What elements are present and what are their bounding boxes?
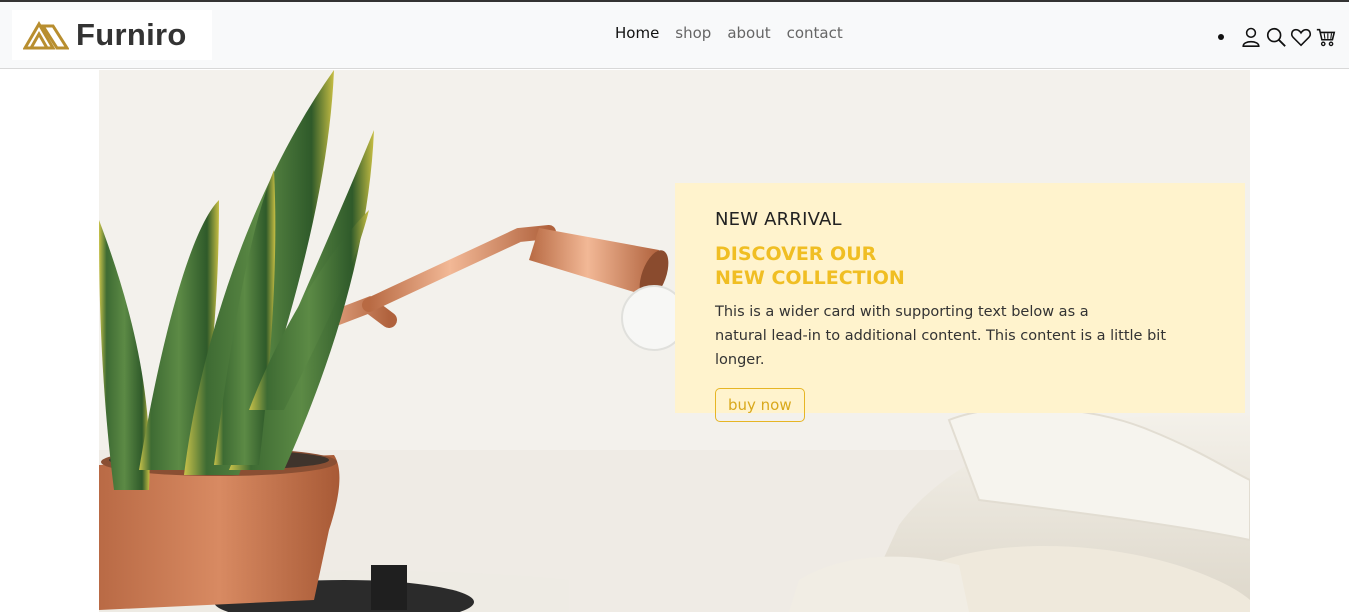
search-icon[interactable] xyxy=(1265,26,1287,48)
brand-name: Furniro xyxy=(76,17,187,52)
user-icon[interactable] xyxy=(1240,26,1262,48)
bullet-dot xyxy=(1218,34,1224,40)
heart-icon[interactable] xyxy=(1290,26,1312,48)
navbar: Furniro Home shop about contact xyxy=(0,2,1349,69)
nav-link-home[interactable]: Home xyxy=(607,24,667,42)
furniro-logo-icon xyxy=(23,21,69,50)
nav-link-about[interactable]: about xyxy=(719,24,778,42)
brand-link[interactable]: Furniro xyxy=(12,10,212,60)
nav-link-contact[interactable]: contact xyxy=(779,24,851,42)
buy-now-button[interactable]: buy now xyxy=(715,388,805,422)
card-text-line-2: natural lead-in to additional content. T… xyxy=(715,328,1167,368)
nav-icons xyxy=(1218,26,1337,48)
card-kicker: NEW ARRIVAL xyxy=(715,209,842,230)
nav-link-shop[interactable]: shop xyxy=(667,24,719,42)
new-arrival-card: NEW ARRIVAL DISCOVER OUR NEW COLLECTION … xyxy=(675,183,1245,422)
nav-links: Home shop about contact xyxy=(607,24,851,42)
cart-icon[interactable] xyxy=(1315,26,1337,48)
card-title-line-2: NEW COLLECTION xyxy=(715,267,905,289)
card-title: DISCOVER OUR NEW COLLECTION xyxy=(715,242,1205,290)
card-title-line-1: DISCOVER OUR xyxy=(715,243,877,265)
card-text: This is a wider card with supporting tex… xyxy=(715,300,1205,372)
card-text-line-1: This is a wider card with supporting tex… xyxy=(715,304,1089,320)
